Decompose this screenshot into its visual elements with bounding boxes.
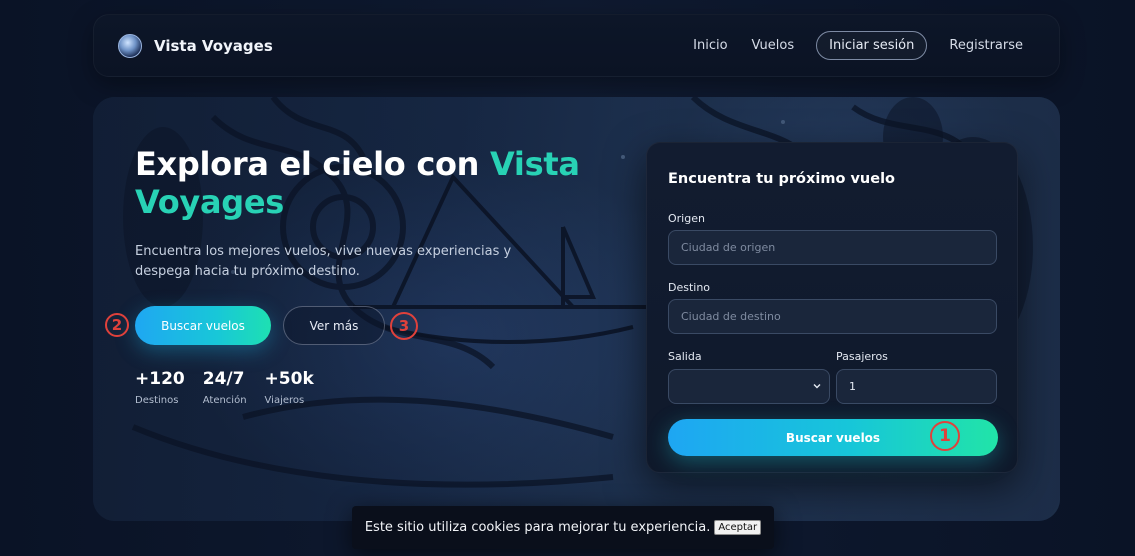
nav-link-vuelos[interactable]: Vuelos xyxy=(740,32,807,59)
departure-select[interactable] xyxy=(668,369,830,404)
stat-label: Atención xyxy=(202,395,247,406)
chevron-down-icon xyxy=(813,384,821,389)
annotation-marker-1: 1 xyxy=(930,421,960,451)
stats-row: +120 Destinos 24/7 Atención +50k Viajero… xyxy=(135,369,314,406)
cookie-accept-button[interactable]: Aceptar xyxy=(714,520,762,535)
stat-label: Destinos xyxy=(135,395,179,406)
destination-label: Destino xyxy=(668,281,711,294)
stat-number: +120 xyxy=(135,369,185,389)
origin-label: Origen xyxy=(668,212,705,225)
brand-name: Vista Voyages xyxy=(154,36,273,55)
departure-label: Salida xyxy=(668,350,702,363)
globe-logo-icon xyxy=(118,33,142,58)
cookie-text: Este sitio utiliza cookies para mejorar … xyxy=(364,520,711,535)
stat-destinations: +120 Destinos xyxy=(135,369,185,406)
stat-number: 24/7 xyxy=(202,369,245,389)
nav-links: Inicio Vuelos Iniciar sesión Registrarse xyxy=(681,31,1035,60)
card-title: Encuentra tu próximo vuelo xyxy=(668,171,895,187)
flight-search-card: Encuentra tu próximo vuelo Origen Ciudad… xyxy=(646,142,1018,473)
stat-label: Viajeros xyxy=(264,395,305,406)
register-link[interactable]: Registrarse xyxy=(937,32,1035,59)
passengers-label: Pasajeros xyxy=(836,350,888,363)
navbar: Vista Voyages Inicio Vuelos Iniciar sesi… xyxy=(93,14,1060,77)
hero-title: Explora el cielo con Vista Voyages xyxy=(135,145,605,221)
stat-support: 24/7 Atención xyxy=(203,369,247,406)
see-more-button[interactable]: Ver más xyxy=(283,306,385,345)
login-button[interactable]: Iniciar sesión xyxy=(816,31,928,60)
stat-number: +50k xyxy=(264,369,314,389)
hero-search-flights-button[interactable]: Buscar vuelos xyxy=(135,306,271,345)
hero-section: Explora el cielo con Vista Voyages Encue… xyxy=(93,97,1060,521)
passengers-input[interactable]: 1 xyxy=(836,369,997,404)
nav-link-inicio[interactable]: Inicio xyxy=(681,32,739,59)
annotation-marker-2: 2 xyxy=(105,313,129,337)
stat-travelers: +50k Viajeros xyxy=(265,369,314,406)
origin-input[interactable]: Ciudad de origen xyxy=(668,230,997,265)
cookie-banner: Este sitio utiliza cookies para mejorar … xyxy=(352,506,774,549)
annotation-marker-3: 3 xyxy=(390,312,418,340)
destination-input[interactable]: Ciudad de destino xyxy=(668,299,997,334)
hero-subtitle: Encuentra los mejores vuelos, vive nueva… xyxy=(135,244,512,279)
hero-title-main: Explora el cielo con xyxy=(135,145,490,183)
brand[interactable]: Vista Voyages xyxy=(118,33,273,58)
